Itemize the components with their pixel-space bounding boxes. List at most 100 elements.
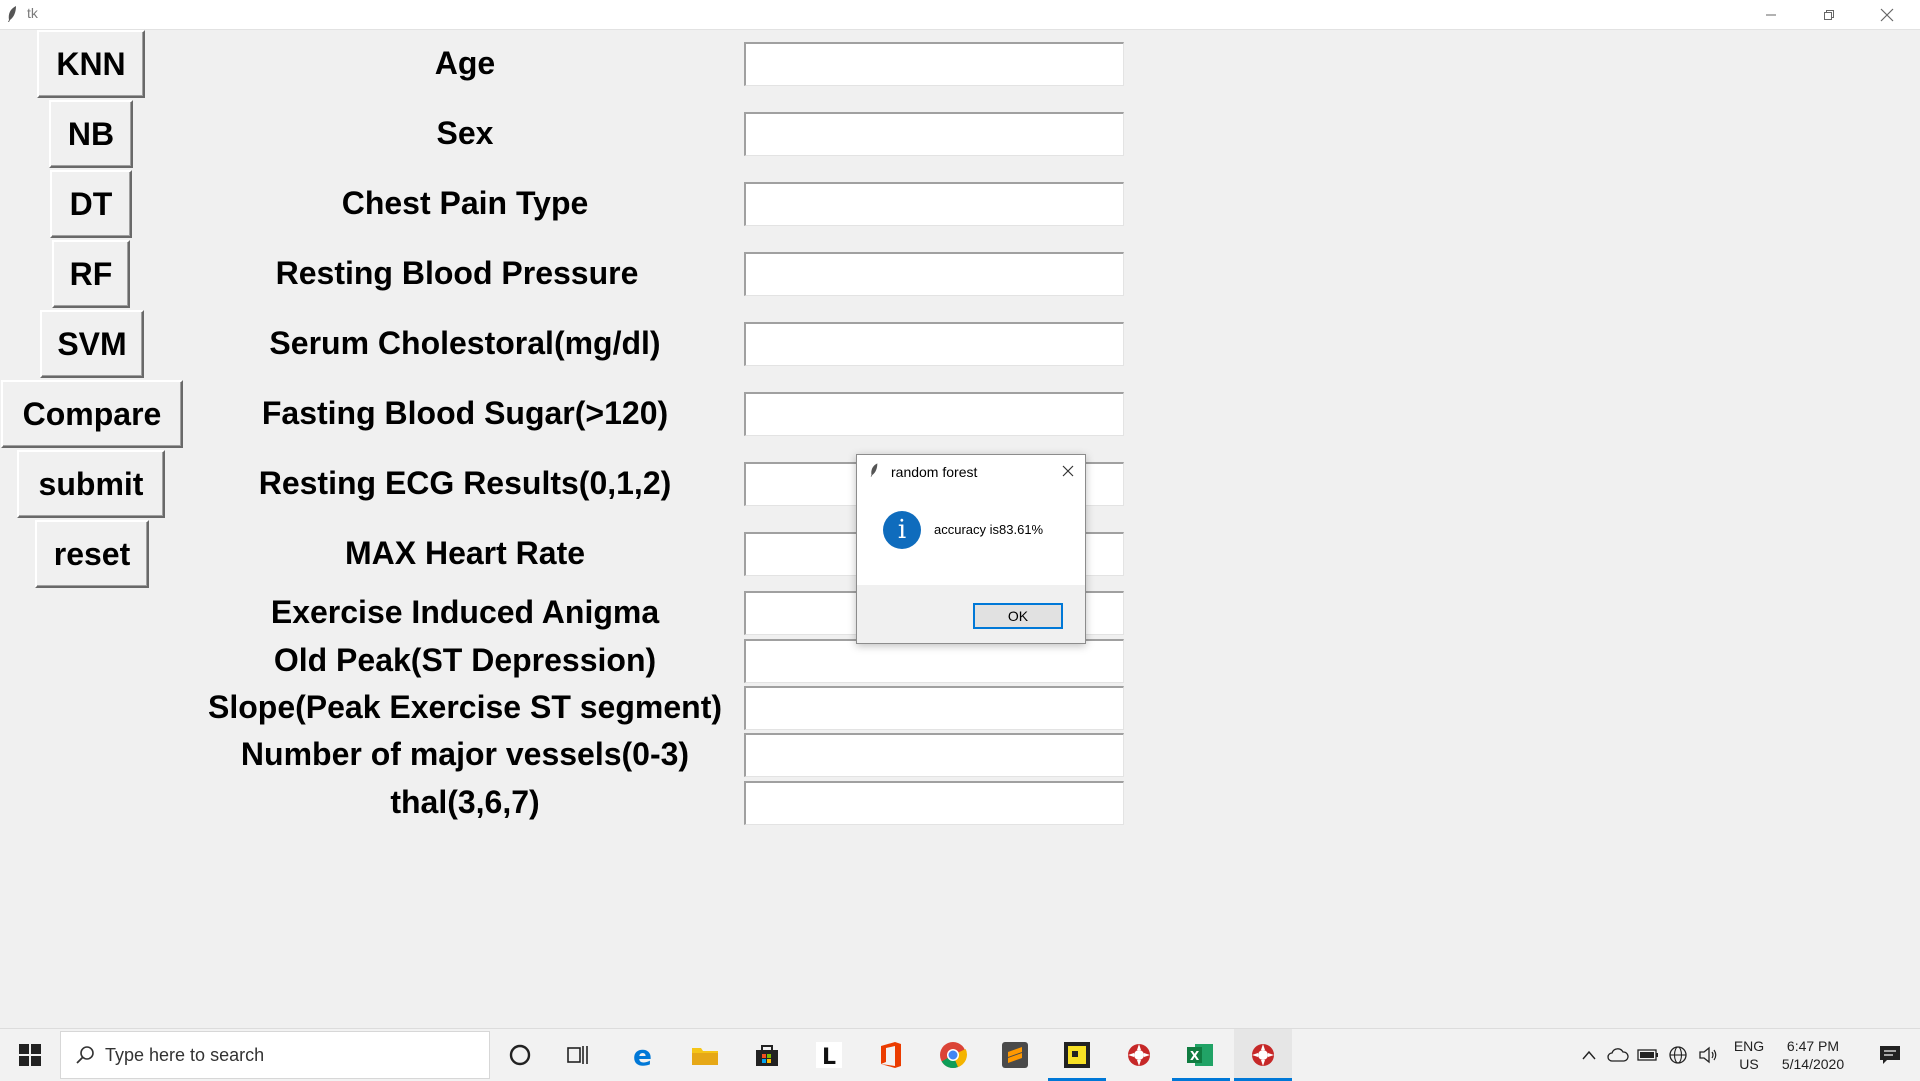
thal-input[interactable] bbox=[744, 781, 1124, 825]
fasting-blood-sugar-input[interactable] bbox=[744, 392, 1124, 436]
sublime-icon bbox=[1002, 1042, 1028, 1068]
restore-icon bbox=[1824, 9, 1834, 20]
svm-button[interactable]: SVM bbox=[40, 310, 144, 378]
field-label-chest-pain-type: Chest Pain Type bbox=[341, 185, 589, 221]
close-window-button[interactable] bbox=[1858, 0, 1916, 29]
task-view-button[interactable] bbox=[549, 1029, 607, 1081]
taskbar: Type here to search e L X ENG US 6:47 PM… bbox=[0, 1028, 1920, 1081]
message-dialog: random forest i accuracy is83.61% OK bbox=[856, 454, 1086, 644]
search-placeholder: Type here to search bbox=[105, 1044, 265, 1065]
close-icon bbox=[1880, 8, 1894, 21]
reset-button[interactable]: reset bbox=[35, 520, 149, 588]
taskbar-sticky-app[interactable] bbox=[1048, 1029, 1106, 1081]
dt-button[interactable]: DT bbox=[50, 170, 132, 238]
svg-text:e: e bbox=[633, 1041, 652, 1069]
minimize-icon bbox=[1766, 14, 1776, 15]
globe-icon bbox=[1669, 1046, 1687, 1064]
python-icon bbox=[1128, 1044, 1150, 1066]
edge-icon: e bbox=[633, 1041, 652, 1069]
clock-time: 6:47 PM bbox=[1786, 1038, 1840, 1054]
sex-input[interactable] bbox=[744, 112, 1124, 156]
action-center-button[interactable] bbox=[1860, 1029, 1920, 1081]
dialog-title-bar: random forest bbox=[857, 455, 1085, 487]
windows-logo-icon bbox=[19, 1044, 41, 1066]
field-label-thal: thal(3,6,7) bbox=[390, 784, 540, 820]
search-icon bbox=[76, 1046, 94, 1064]
chest-pain-type-input[interactable] bbox=[744, 182, 1124, 226]
store-icon bbox=[756, 1045, 778, 1066]
taskbar-search-box[interactable]: Type here to search bbox=[60, 1031, 490, 1079]
network-button[interactable] bbox=[1666, 1029, 1690, 1081]
info-icon: i bbox=[883, 511, 921, 549]
field-label-fasting-blood-sugar: Fasting Blood Sugar(>120) bbox=[261, 395, 669, 431]
taskbar-chrome[interactable] bbox=[924, 1029, 982, 1081]
l-app-icon: L bbox=[816, 1042, 842, 1068]
svg-text:L: L bbox=[822, 1045, 836, 1068]
taskbar-store[interactable] bbox=[738, 1029, 796, 1081]
field-label-major-vessels: Number of major vessels(0-3) bbox=[240, 736, 690, 772]
speaker-icon bbox=[1699, 1046, 1717, 1064]
battery-icon bbox=[1637, 1049, 1658, 1061]
field-label-serum-cholestoral: Serum Cholestoral(mg/dl) bbox=[269, 325, 661, 361]
field-label-resting-blood-pressure: Resting Blood Pressure bbox=[275, 255, 639, 291]
restore-button[interactable] bbox=[1800, 0, 1858, 29]
taskbar-sublime[interactable] bbox=[986, 1029, 1044, 1081]
taskbar-python-active[interactable] bbox=[1234, 1029, 1292, 1081]
window-title-bar: tk bbox=[0, 0, 1920, 30]
serum-cholestoral-input[interactable] bbox=[744, 322, 1124, 366]
field-label-age: Age bbox=[434, 45, 496, 81]
major-vessels-input[interactable] bbox=[744, 733, 1124, 777]
dialog-message: accuracy is83.61% bbox=[934, 522, 1044, 537]
clock-date: 5/14/2020 bbox=[1781, 1056, 1845, 1072]
taskbar-l-app[interactable]: L bbox=[800, 1029, 858, 1081]
age-input[interactable] bbox=[744, 42, 1124, 86]
field-label-exercise-induced-angina: Exercise Induced Anigma bbox=[270, 594, 660, 630]
taskbar-edge[interactable]: e bbox=[615, 1029, 673, 1081]
clock[interactable]: 6:47 PM 5/14/2020 bbox=[1770, 1037, 1856, 1073]
battery-button[interactable] bbox=[1636, 1029, 1660, 1081]
old-peak-input[interactable] bbox=[744, 639, 1124, 683]
taskbar-python[interactable] bbox=[1110, 1029, 1168, 1081]
start-button[interactable] bbox=[0, 1029, 60, 1081]
field-label-resting-ecg: Resting ECG Results(0,1,2) bbox=[258, 465, 672, 501]
volume-button[interactable] bbox=[1696, 1029, 1720, 1081]
cortana-icon bbox=[509, 1044, 531, 1066]
taskbar-file-explorer[interactable] bbox=[676, 1029, 734, 1081]
field-label-old-peak: Old Peak(ST Depression) bbox=[273, 642, 657, 678]
dialog-close-button[interactable] bbox=[1055, 459, 1081, 483]
input-language-indicator[interactable]: ENG US bbox=[1722, 1037, 1776, 1073]
tk-feather-icon bbox=[869, 462, 879, 483]
onedrive-button[interactable] bbox=[1606, 1029, 1630, 1081]
cloud-icon bbox=[1607, 1048, 1629, 1062]
resting-blood-pressure-input[interactable] bbox=[744, 252, 1124, 296]
office-icon bbox=[881, 1042, 901, 1068]
cortana-button[interactable] bbox=[491, 1029, 549, 1081]
python-icon bbox=[1252, 1044, 1274, 1066]
show-hidden-icons-button[interactable] bbox=[1578, 1029, 1600, 1081]
taskbar-office[interactable] bbox=[862, 1029, 920, 1081]
minimize-button[interactable] bbox=[1742, 0, 1800, 29]
svg-text:X: X bbox=[1190, 1049, 1200, 1063]
keyboard-region: US bbox=[1739, 1056, 1759, 1072]
chevron-up-icon bbox=[1582, 1050, 1596, 1060]
field-label-slope: Slope(Peak Exercise ST segment) bbox=[208, 689, 722, 725]
ok-button[interactable]: OK bbox=[973, 603, 1063, 629]
slope-input[interactable] bbox=[744, 686, 1124, 730]
task-view-icon bbox=[567, 1046, 588, 1064]
tk-feather-icon bbox=[6, 5, 18, 28]
rf-button[interactable]: RF bbox=[52, 240, 130, 308]
taskbar-excel[interactable]: X bbox=[1172, 1029, 1230, 1081]
sticky-app-icon bbox=[1064, 1042, 1090, 1068]
nb-button[interactable]: NB bbox=[49, 100, 133, 168]
field-label-sex: Sex bbox=[436, 115, 494, 151]
dialog-title: random forest bbox=[891, 464, 978, 480]
submit-button[interactable]: submit bbox=[17, 450, 165, 518]
window-title: tk bbox=[27, 5, 38, 21]
field-label-max-heart-rate: MAX Heart Rate bbox=[344, 535, 586, 571]
knn-button[interactable]: KNN bbox=[37, 30, 145, 98]
notification-icon bbox=[1880, 1046, 1900, 1064]
dialog-body: i accuracy is83.61% bbox=[857, 487, 1085, 585]
chrome-icon bbox=[940, 1042, 967, 1069]
language-code: ENG bbox=[1733, 1038, 1765, 1054]
excel-icon: X bbox=[1187, 1044, 1213, 1066]
